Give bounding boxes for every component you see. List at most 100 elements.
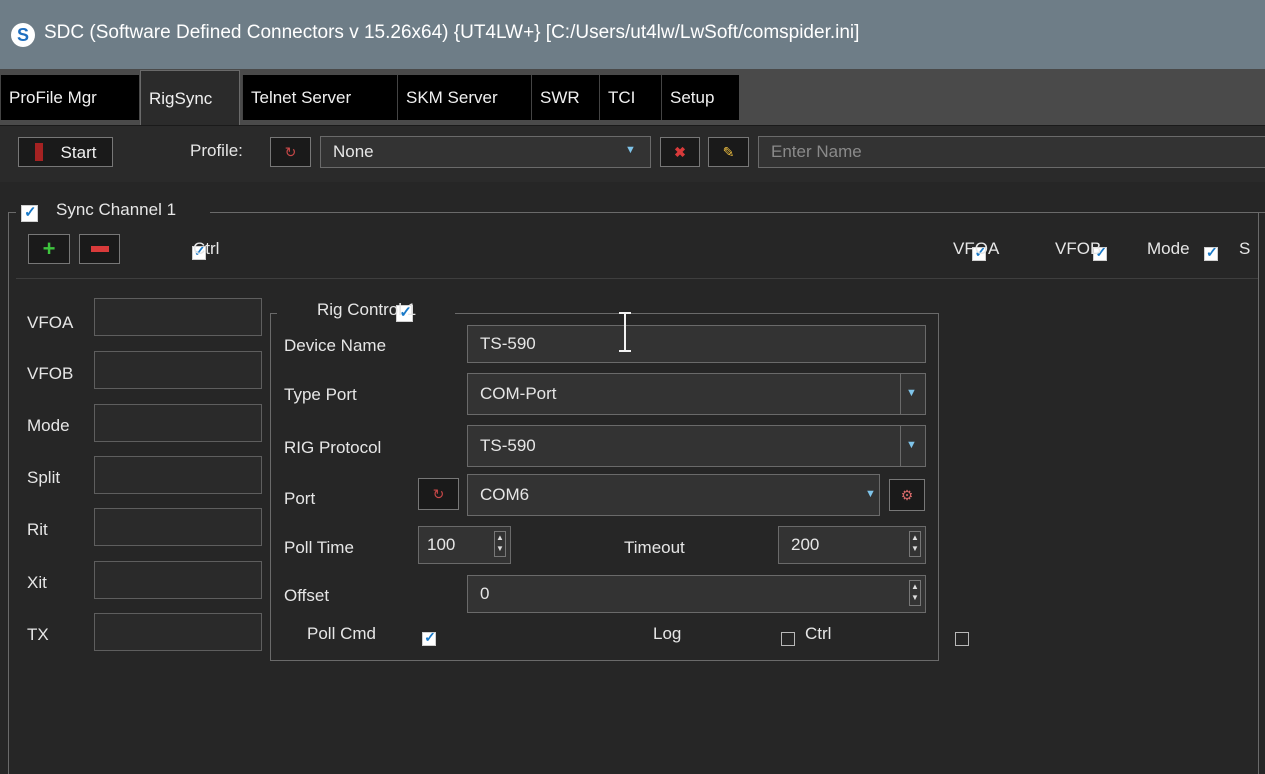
rig-control-label: Rig Control 1	[317, 300, 417, 319]
edit-profile-button[interactable]: ✎	[708, 137, 749, 167]
chevron-down-icon[interactable]: ▼	[906, 439, 917, 451]
offset-spin-icon[interactable]: ▲ ▼	[909, 580, 921, 606]
ctrl-label: Ctrl	[193, 239, 220, 258]
profile-name-input[interactable]: Enter Name	[758, 136, 1265, 168]
vfob-check-label: VFOB	[1055, 239, 1102, 258]
offset-label: Offset	[284, 586, 330, 605]
mode-display	[94, 404, 262, 442]
poll-cmd-checkbox[interactable]	[422, 629, 437, 646]
split-label: Split	[27, 468, 61, 487]
start-button[interactable]: Start	[18, 137, 113, 167]
rit-display	[94, 508, 262, 546]
device-name-label: Device Name	[284, 336, 387, 355]
offset-value: 0	[480, 584, 490, 603]
vfob-display	[94, 351, 262, 389]
rig-border-top-right	[455, 313, 939, 314]
group-border-top-right	[210, 212, 1265, 213]
mode-label: Mode	[27, 416, 70, 435]
chevron-down-icon[interactable]: ▼	[865, 488, 876, 500]
rig-ctrl-checkbox[interactable]	[954, 631, 969, 646]
device-name-input[interactable]: TS-590	[467, 325, 926, 363]
log-label: Log	[653, 624, 682, 643]
refresh-icon: ↻	[432, 485, 445, 502]
tab-setup[interactable]: Setup	[661, 75, 739, 120]
rig-border-top-left	[270, 313, 277, 314]
poll-time-spinbox[interactable]: 100 ▲ ▼	[418, 526, 511, 564]
profile-select-value: None	[333, 142, 374, 161]
profile-label: Profile:	[190, 141, 243, 160]
vfoa-check-label: VFOA	[953, 239, 1000, 258]
vfob-label: VFOB	[27, 364, 74, 383]
device-name-value: TS-590	[480, 334, 536, 353]
rig-protocol-label: RIG Protocol	[284, 438, 382, 457]
poll-time-value: 100	[427, 535, 456, 554]
tx-display	[94, 613, 262, 651]
port-label: Port	[284, 489, 316, 508]
group-border-right	[1258, 212, 1259, 774]
timeout-spin-icon[interactable]: ▲ ▼	[909, 531, 921, 557]
gear-icon: ⚙	[900, 486, 914, 503]
tx-label: TX	[27, 625, 49, 644]
port-settings-button[interactable]: ⚙	[889, 479, 925, 511]
tab-profile-mgr[interactable]: ProFile Mgr	[0, 75, 139, 120]
profile-refresh-button[interactable]: ↻	[270, 137, 311, 167]
vfoa-label: VFOA	[27, 313, 74, 332]
delete-profile-button[interactable]: ✖	[660, 137, 700, 167]
vfoa-display	[94, 298, 262, 336]
minus-icon	[90, 246, 109, 252]
chevron-down-icon[interactable]: ▼	[625, 144, 636, 156]
tab-tci[interactable]: TCI	[599, 75, 661, 120]
edit-icon: ✎	[722, 143, 735, 160]
tab-telnet-server[interactable]: Telnet Server	[242, 75, 397, 120]
rig-protocol-divider	[900, 426, 901, 466]
profile-name-placeholder: Enter Name	[771, 142, 862, 161]
rig-border-bottom	[270, 660, 939, 661]
channel-separator	[16, 278, 1258, 279]
xit-display	[94, 561, 262, 599]
chevron-down-icon[interactable]: ▼	[906, 387, 917, 399]
group-border-top-left	[8, 212, 16, 213]
plus-icon: +	[42, 236, 56, 261]
text-cursor-icon	[619, 312, 631, 352]
group-border-left	[8, 212, 9, 774]
log-checkbox[interactable]	[780, 631, 795, 646]
sync-channel-checkbox[interactable]	[21, 203, 38, 223]
type-port-divider	[900, 374, 901, 414]
offset-spinbox[interactable]: 0 ▲ ▼	[467, 575, 926, 613]
rig-protocol-select[interactable]: TS-590	[467, 425, 926, 467]
xit-label: Xit	[27, 573, 47, 592]
rig-protocol-value: TS-590	[480, 436, 536, 455]
delete-icon: ✖	[674, 143, 686, 160]
rig-border-right	[938, 313, 939, 661]
remove-channel-button[interactable]	[79, 234, 120, 264]
start-button-label: Start	[60, 143, 97, 162]
poll-time-label: Poll Time	[284, 538, 354, 557]
tab-swr[interactable]: SWR	[531, 75, 599, 120]
tab-rigsync[interactable]: RigSync	[140, 70, 240, 125]
tab-skm-server[interactable]: SKM Server	[397, 75, 531, 120]
mode-check-label: Mode	[1147, 239, 1190, 258]
mode-checkbox[interactable]	[1203, 244, 1218, 261]
rit-label: Rit	[27, 520, 48, 539]
rig-ctrl-label: Ctrl	[805, 624, 832, 643]
window-title: SDC (Software Defined Connectors v 15.26…	[44, 22, 860, 43]
split-display	[94, 456, 262, 494]
timeout-spinbox[interactable]: 200 ▲ ▼	[778, 526, 926, 564]
port-refresh-button[interactable]: ↻	[418, 478, 459, 510]
type-port-value: COM-Port	[480, 384, 557, 403]
type-port-select[interactable]: COM-Port	[467, 373, 926, 415]
split-check-label: S	[1239, 239, 1251, 258]
rig-border-left	[270, 313, 271, 661]
app-window: S SDC (Software Defined Connectors v 15.…	[0, 0, 1265, 774]
sync-channel-label: Sync Channel 1	[56, 200, 177, 219]
profile-select[interactable]: None	[320, 136, 651, 168]
app-logo-icon: S	[11, 23, 35, 47]
poll-cmd-label: Poll Cmd	[307, 624, 376, 643]
port-value: COM6	[480, 485, 530, 504]
refresh-icon: ↻	[284, 143, 297, 160]
poll-time-spin-icon[interactable]: ▲ ▼	[494, 531, 506, 557]
timeout-label: Timeout	[624, 538, 685, 557]
timeout-value: 200	[791, 535, 820, 554]
port-select[interactable]: COM6	[467, 474, 880, 516]
add-channel-button[interactable]: +	[28, 234, 70, 264]
